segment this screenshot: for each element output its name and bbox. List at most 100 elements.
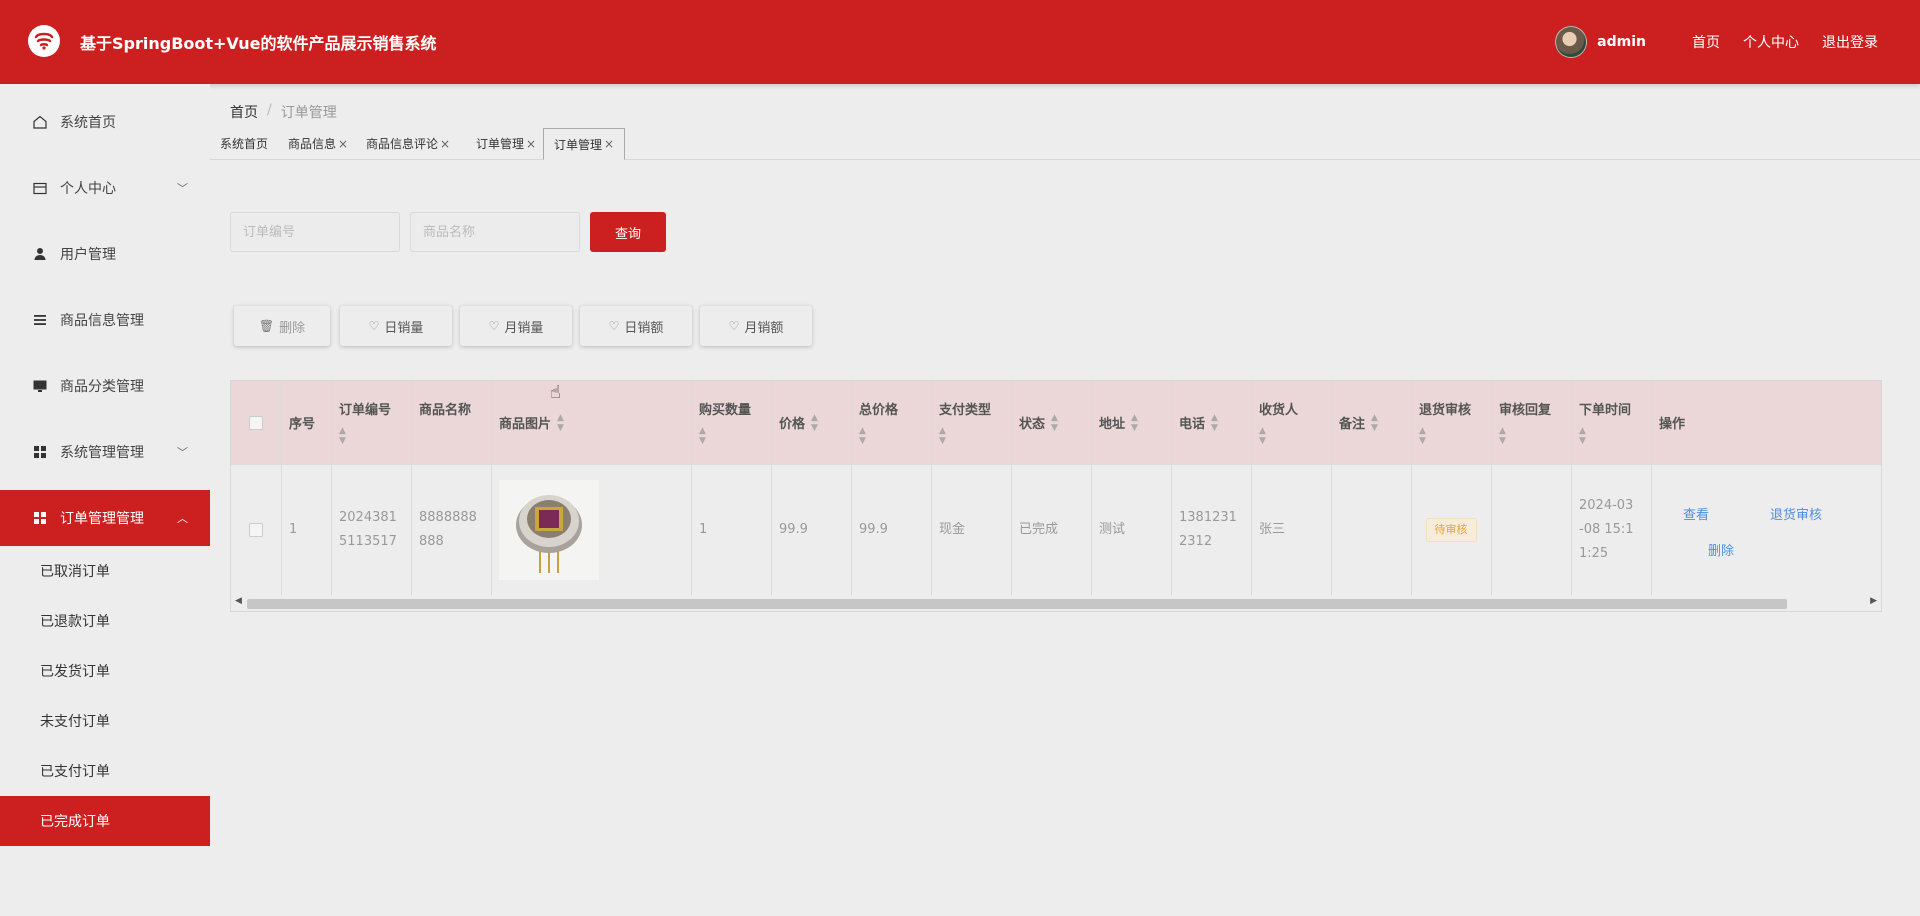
header-review-reply[interactable]: 审核回复 ▲ ▼ (1491, 381, 1571, 464)
header-price[interactable]: 价格 ▲ ▼ (771, 381, 851, 464)
sidebar-item-orders[interactable]: 订单管理管理 ︿ (0, 490, 210, 546)
tab-system-home[interactable]: 系统首页 (210, 128, 278, 159)
header-total[interactable]: 总价格 ▲ ▼ (851, 381, 931, 464)
sort-icon[interactable]: ▲ ▼ (1419, 426, 1483, 446)
heart-icon: ♡ (488, 319, 500, 333)
sub-item-shipped[interactable]: 已发货订单 (0, 646, 210, 696)
cell-product-name: 8888888 888 (411, 464, 491, 595)
delete-link[interactable]: 删除 (1708, 540, 1734, 564)
header-quantity[interactable]: 购买数量 ▲ ▼ (691, 381, 771, 464)
select-all-checkbox[interactable] (249, 415, 263, 430)
sidebar-item-home[interactable]: 系统首页 (0, 94, 210, 150)
row-select-cell[interactable] (231, 464, 281, 595)
orders-table: 序号 订单编号▲▼ 商品名称▲▼ 商品图片▲▼ 购买数量▲▼ 价格▲▼ 总价格▲… (230, 380, 1882, 612)
header-select-all[interactable] (231, 381, 281, 464)
sort-icon[interactable]: ▲ ▼ (339, 426, 403, 446)
sort-icon[interactable]: ▲ ▼ (699, 426, 763, 446)
close-icon[interactable]: × (440, 137, 450, 151)
sort-icon[interactable]: ▲ ▼ (1371, 413, 1378, 433)
tab-product-comments[interactable]: 商品信息评论 × (356, 128, 460, 159)
heart-icon: ♡ (368, 319, 380, 333)
sort-icon[interactable]: ▲ ▼ (1499, 426, 1563, 446)
sort-icon[interactable]: ▲ ▼ (939, 426, 1003, 446)
cell-line: 2024381 (339, 509, 397, 525)
sort-icon[interactable]: ▲ ▼ (811, 413, 818, 433)
sort-icon[interactable]: ▲ ▼ (1579, 426, 1643, 446)
header-label: 商品图片 (499, 417, 552, 432)
cell-line: 1381231 (1179, 509, 1237, 525)
sub-item-refunded[interactable]: 已退款订单 (0, 596, 210, 646)
delete-label: 删除 (279, 320, 306, 336)
sidebar-item-profile[interactable]: 个人中心 ﹀ (0, 160, 210, 216)
return-review-link[interactable]: 退货审核 (1770, 504, 1822, 528)
header-product-image[interactable]: 商品图片 ▲ ▼ (491, 381, 691, 464)
query-button[interactable]: 查询 (590, 212, 666, 252)
breadcrumb-home[interactable]: 首页 (230, 102, 258, 122)
product-name-input[interactable] (410, 212, 580, 252)
close-icon[interactable]: × (338, 137, 348, 151)
cell-line: 8888888 (419, 509, 477, 525)
header-pay-type[interactable]: 支付类型 ▲ ▼ (931, 381, 1011, 464)
sort-icon[interactable]: ▲ ▼ (1051, 413, 1058, 433)
sub-item-completed[interactable]: 已完成订单 (0, 796, 210, 846)
scroll-right-icon[interactable]: ▶ (1870, 596, 1877, 606)
sub-item-unpaid[interactable]: 未支付订单 (0, 696, 210, 746)
close-icon[interactable]: × (526, 137, 536, 151)
cell-pay-type: 现金 (939, 521, 966, 537)
daily-sales-button[interactable]: ♡ 日销量 (340, 306, 452, 346)
header-link-logout[interactable]: 退出登录 (1822, 32, 1878, 52)
avatar[interactable] (1555, 26, 1588, 58)
tab-orders-1[interactable]: 订单管理 × (466, 128, 546, 159)
scroll-thumb[interactable] (247, 599, 1787, 609)
cell-return-review: 待审核 (1411, 464, 1491, 595)
tab-bar: 系统首页 商品信息 × 商品信息评论 × 订单管理 × 订单管理 × (210, 128, 1920, 160)
cell-address: 测试 (1099, 521, 1126, 537)
home-icon (32, 114, 48, 130)
sort-icon[interactable]: ▲ ▼ (1259, 426, 1323, 446)
tab-product-info[interactable]: 商品信息 × (278, 128, 358, 159)
header-return-review[interactable]: 退货审核 ▲ ▼ (1411, 381, 1491, 464)
header-label: 退货审核 (1419, 403, 1472, 418)
scroll-left-icon[interactable]: ◀ (235, 596, 242, 606)
order-no-input[interactable] (230, 212, 400, 252)
close-icon[interactable]: × (604, 137, 614, 151)
product-image[interactable] (499, 479, 599, 580)
sidebar-item-users[interactable]: 用户管理 (0, 226, 210, 282)
cell-order-no: 2024381 5113517 (331, 464, 411, 595)
header-note[interactable]: 备注 ▲ ▼ (1331, 381, 1411, 464)
view-link[interactable]: 查看 (1683, 504, 1709, 528)
sidebar-item-label: 系统管理管理 (60, 445, 144, 461)
horizontal-scrollbar[interactable]: ◀ ▶ (231, 595, 1881, 611)
sort-icon[interactable]: ▲ ▼ (1131, 413, 1138, 433)
header-address[interactable]: 地址 ▲ ▼ (1091, 381, 1171, 464)
cell-product-image (491, 464, 691, 595)
monthly-revenue-button[interactable]: ♡ 月销额 (700, 306, 812, 346)
sort-icon[interactable]: ▲ ▼ (557, 413, 564, 433)
header-order-time[interactable]: 下单时间 ▲ ▼ (1571, 381, 1651, 464)
cell-line: 2024-03 (1579, 497, 1634, 513)
header-receiver[interactable]: 收货人 ▲ ▼ (1251, 381, 1331, 464)
sidebar-item-label: 用户管理 (60, 247, 116, 263)
monthly-sales-button[interactable]: ♡ 月销量 (460, 306, 572, 346)
breadcrumb-current: 订单管理 (280, 105, 337, 121)
chevron-down-icon: ﹀ (177, 446, 188, 459)
header-phone[interactable]: 电话 ▲ ▼ (1171, 381, 1251, 464)
sort-icon[interactable]: ▲ ▼ (1211, 413, 1218, 433)
daily-revenue-button[interactable]: ♡ 日销额 (580, 306, 692, 346)
sub-item-cancelled[interactable]: 已取消订单 (0, 546, 210, 596)
header-order-no[interactable]: 订单编号 ▲ ▼ (331, 381, 411, 464)
sub-item-paid[interactable]: 已支付订单 (0, 746, 210, 796)
logo-icon (28, 25, 60, 57)
delete-button[interactable]: 🗑 删除 (234, 306, 330, 346)
header-status[interactable]: 状态 ▲ ▼ (1011, 381, 1091, 464)
sidebar-item-product-category[interactable]: 商品分类管理 (0, 358, 210, 414)
header-link-home[interactable]: 首页 (1692, 32, 1720, 52)
sidebar-item-product-info[interactable]: 商品信息管理 (0, 292, 210, 348)
heart-icon: ♡ (608, 319, 620, 333)
tab-orders-2[interactable]: 订单管理 × (543, 128, 626, 160)
sort-icon[interactable]: ▲ ▼ (859, 426, 923, 446)
sidebar-item-system[interactable]: 系统管理管理 ﹀ (0, 424, 210, 480)
cell-price: 99.9 (779, 521, 808, 537)
header-link-profile[interactable]: 个人中心 (1743, 32, 1799, 52)
row-checkbox[interactable] (249, 522, 263, 537)
